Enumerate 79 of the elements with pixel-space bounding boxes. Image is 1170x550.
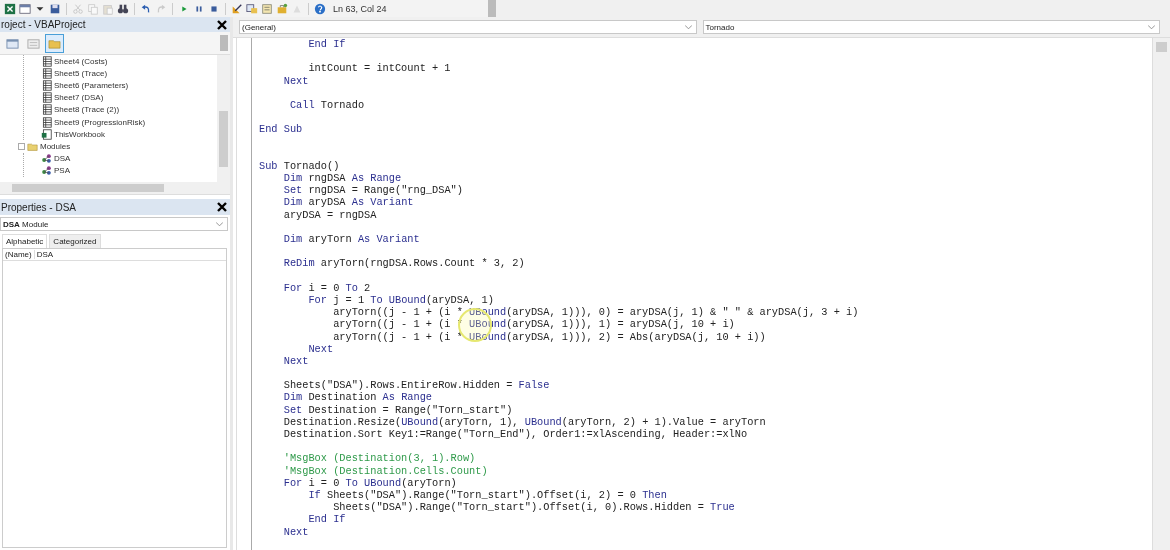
expander-icon[interactable]: [18, 142, 25, 150]
code-line: Set rngDSA = Range("rng_DSA"): [282, 184, 463, 197]
properties-icon[interactable]: [261, 2, 273, 15]
code-line: Destination.Resize(UBound(aryTorn, 1), UBound(aryTorn, 2) + 1).Value = aryTorn: [282, 415, 766, 428]
tab[interactable]: Alphabetic: [2, 234, 48, 248]
code-line: If Sheets("DSA").Range("Torn_start").Offset(i, 2) = 0 Then: [307, 488, 667, 501]
undo-icon[interactable]: [140, 2, 152, 15]
project-explorer-icon[interactable]: [246, 2, 258, 15]
tree-item[interactable]: DSA: [54, 154, 71, 164]
code-line: Dim aryTorn As Variant: [282, 233, 420, 245]
object-dropdown[interactable]: (General): [239, 20, 697, 34]
tree-item[interactable]: Sheet5 (Trace): [54, 68, 108, 78]
code-line: End If: [307, 513, 346, 526]
tree-item[interactable]: Sheet9 (ProgressionRisk): [54, 117, 146, 127]
code-line: Dim rngDSA As Range: [282, 172, 402, 185]
scrollbar[interactable]: [0, 182, 230, 195]
workbook-icon: [41, 128, 52, 140]
scrollbar[interactable]: [217, 55, 230, 182]
code-line: aryDSA = rngDSA: [282, 208, 377, 221]
chevron-icon[interactable]: [684, 24, 692, 30]
binoculars-icon[interactable]: [117, 2, 129, 15]
code-line: For j = 1 To UBound(aryDSA, 1): [307, 293, 494, 306]
module-icon: [41, 165, 52, 177]
code-line: Call Tornado: [288, 98, 365, 111]
code-line: Next: [307, 342, 334, 355]
code-line: Next: [282, 354, 309, 367]
sheet-icon: [41, 116, 52, 128]
tree-item[interactable]: PSA: [54, 166, 70, 176]
code-line: End Sub: [259, 123, 303, 136]
code-line: Dim Destination As Range: [282, 391, 433, 404]
tree-item[interactable]: Sheet8 (Trace (2)): [54, 105, 120, 115]
code-line: Dim aryDSA As Variant: [282, 196, 414, 209]
scrollbar[interactable]: [1152, 38, 1170, 550]
code-line: ReDim aryTorn(rngDSA.Rows.Count * 3, 2): [282, 257, 525, 270]
property-value[interactable]: DSA: [34, 250, 54, 259]
tree-item[interactable]: Sheet4 (Costs): [54, 56, 108, 66]
form-icon[interactable]: [19, 2, 31, 15]
folder-icon[interactable]: [46, 34, 63, 52]
code-line: Destination.Sort Key1:=Range("Torn_End"), Order1:=xlAscending, Header:=xlNo: [282, 428, 748, 440]
tree-item[interactable]: Modules: [40, 141, 71, 151]
procedure-dropdown[interactable]: Tornado: [702, 20, 1160, 34]
sheet-icon: [41, 92, 52, 104]
object-dropdown[interactable]: DSA Module: [0, 217, 228, 231]
close-icon[interactable]: [216, 18, 228, 31]
tab[interactable]: Categorized: [49, 234, 101, 248]
code-line: Next: [282, 525, 309, 538]
tree-item[interactable]: ThisWorkbook: [54, 129, 105, 139]
code-line: For i = 0 To UBound(aryTorn): [282, 476, 457, 489]
property-name: (Name): [3, 250, 35, 259]
close-icon[interactable]: [216, 201, 228, 213]
toolbox-icon[interactable]: [276, 2, 288, 15]
module-icon: [41, 153, 52, 165]
chevron-icon[interactable]: [1148, 24, 1155, 30]
code-line: Sheets("DSA").Range("Torn_start").Offset(i, 0).Rows.Hidden = True: [332, 501, 735, 514]
pane-title: Properties - DSA: [1, 201, 77, 213]
code-line: Set Destination = Range("Torn_start"): [282, 403, 513, 416]
save-icon[interactable]: [49, 2, 61, 15]
help-icon[interactable]: [314, 2, 326, 15]
code-line: End If: [307, 38, 346, 50]
code-line: Sub Tornado(): [259, 159, 340, 172]
folder-icon: [27, 140, 38, 152]
sheet-icon: [41, 79, 52, 91]
code-line: intCount = intCount + 1: [307, 62, 451, 75]
code-line: 'MsgBox (Destination(3, 1).Row): [282, 452, 476, 465]
code-line: 'MsgBox (Destination.Cells.Count): [282, 464, 488, 477]
ruler-triangle-icon[interactable]: [231, 2, 243, 15]
code-line: Next: [282, 74, 309, 87]
scrollbar[interactable]: [488, 0, 496, 17]
sheet-icon: [41, 67, 52, 79]
scrollbar[interactable]: [220, 35, 228, 51]
code-line: For i = 0 To 2: [282, 281, 371, 294]
cursor-position: Ln 63, Col 24: [333, 3, 387, 14]
excel-icon[interactable]: [4, 2, 16, 15]
code-line: Sheets("DSA").Rows.EntireRow.Hidden = False: [282, 379, 550, 392]
sheet-icon: [41, 104, 52, 116]
tree-item[interactable]: Sheet7 (DSA): [54, 93, 104, 103]
pane-title: roject - VBAProject: [1, 19, 86, 30]
chevron-icon[interactable]: [216, 221, 223, 227]
tree-item[interactable]: Sheet6 (Parameters): [54, 80, 129, 90]
